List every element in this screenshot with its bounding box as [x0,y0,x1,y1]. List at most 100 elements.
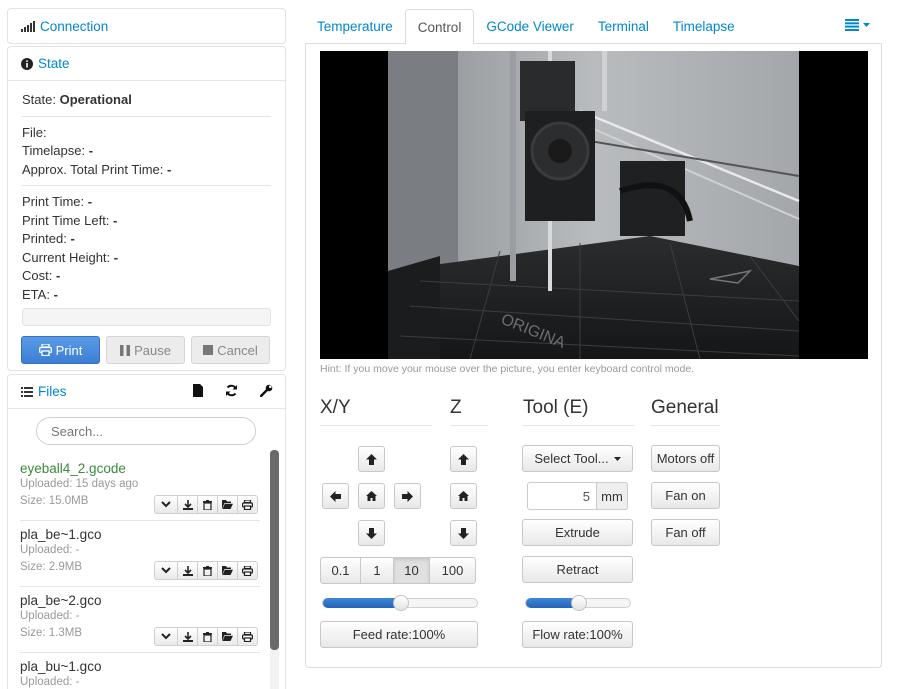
retract-button[interactable]: Retract [522,556,633,583]
arrow-right-icon [402,490,413,502]
jog-y-plus-button[interactable] [358,446,385,472]
timelapse-row: Timelapse: - [22,143,94,158]
jog-y-minus-button[interactable] [358,520,385,546]
file-uploaded: Uploaded: - [20,610,80,622]
fan-on-button[interactable]: Fan on [651,482,720,509]
download-icon [182,565,193,576]
step-100-button[interactable]: 100 [429,557,476,584]
files-title[interactable]: Files [38,384,67,399]
arrow-down-icon [366,527,377,539]
download-button[interactable] [177,561,198,580]
slider-handle[interactable] [393,595,409,611]
cancel-button[interactable]: Cancel [191,336,270,364]
arrow-down-icon [458,527,469,539]
extrude-amount-input[interactable] [527,482,597,510]
scrollbar-thumb[interactable] [270,450,279,650]
control-tab-content: ORIGINA Hint: If you move your mouse ove… [305,43,882,668]
load-and-print-button[interactable] [237,627,258,646]
flow-rate-button[interactable]: Flow rate:100% [522,621,633,648]
tab-terminal[interactable]: Terminal [586,9,661,44]
connection-header[interactable]: Connection [8,9,285,43]
load-and-print-button[interactable] [237,495,258,514]
files-panel: Files eyeball4_2.gcode Uploaded: 15 days… [7,374,286,689]
file-item[interactable]: eyeball4_2.gcode Uploaded: 15 days ago S… [20,455,260,521]
files-title-group[interactable]: Files [21,384,67,399]
load-button[interactable] [217,561,238,580]
folder-open-icon [222,500,233,509]
divider [450,425,488,426]
divider [523,425,634,426]
pause-button[interactable]: Pause [106,336,185,364]
file-list-scrollbar[interactable] [270,450,279,689]
file-name[interactable]: eyeball4_2.gcode [20,461,260,476]
expand-button[interactable] [154,495,178,514]
tab-gcode-viewer[interactable]: GCode Viewer [474,9,586,44]
home-icon [366,491,377,501]
jog-x-plus-button[interactable] [394,483,421,509]
xy-heading: X/Y [320,397,351,418]
file-item[interactable]: pla_bu~1.gco Uploaded: - [20,653,260,689]
state-row: State: Operational [22,92,132,107]
download-icon [182,499,193,510]
home-xy-button[interactable] [358,483,385,509]
file-actions [154,561,258,580]
print-progress-bar [22,308,271,326]
state-header[interactable]: State [8,47,285,81]
step-1-button[interactable]: 1 [360,557,394,584]
webcam-stream[interactable]: ORIGINA [320,51,868,360]
pause-icon [120,344,131,356]
download-button[interactable] [177,627,198,646]
print-button[interactable]: Print [21,336,100,364]
total-time-row: Approx. Total Print Time: - [22,161,172,177]
state-title[interactable]: State [38,56,70,71]
expand-button[interactable] [154,561,178,580]
file-list: eyeball4_2.gcode Uploaded: 15 days ago S… [20,455,260,689]
step-0-1-button[interactable]: 0.1 [320,557,361,584]
file-item[interactable]: pla_be~2.gco Uploaded: - Size: 1.3MB [20,587,260,653]
trash-icon [203,631,212,642]
delete-button[interactable] [197,495,218,514]
feed-rate-slider[interactable] [322,595,478,611]
select-tool-dropdown[interactable]: Select Tool... [522,445,633,472]
file-name[interactable]: pla_be~2.gco [20,593,260,608]
tab-temperature[interactable]: Temperature [305,9,405,44]
wrench-icon[interactable] [259,384,273,400]
load-and-print-button[interactable] [237,561,258,580]
tab-control[interactable]: Control [404,9,475,45]
file-name[interactable]: pla_be~1.gco [20,527,260,542]
load-button[interactable] [217,495,238,514]
webcam-image: ORIGINA [320,51,868,360]
jog-x-minus-button[interactable] [322,483,349,509]
state-value: Operational [59,92,132,107]
home-z-button[interactable] [450,483,477,509]
fan-off-button[interactable]: Fan off [651,519,720,546]
step-10-button[interactable]: 10 [393,557,430,584]
time-left-row: Print Time Left: - [22,212,118,228]
download-button[interactable] [177,495,198,514]
file-item[interactable]: pla_be~1.gco Uploaded: - Size: 2.9MB [20,521,260,587]
arrow-left-icon [330,490,341,502]
flow-rate-slider[interactable] [525,595,631,611]
jog-z-minus-button[interactable] [450,520,477,546]
connection-title[interactable]: Connection [40,19,108,34]
trash-icon [203,499,212,510]
extrude-button[interactable]: Extrude [522,519,633,546]
file-search-input[interactable] [36,417,256,445]
delete-button[interactable] [197,561,218,580]
tab-timelapse[interactable]: Timelapse [661,9,747,44]
load-button[interactable] [217,627,238,646]
expand-button[interactable] [154,627,178,646]
webcam-hint: Hint: If you move your mouse over the pi… [320,363,695,375]
jog-z-plus-button[interactable] [450,446,477,472]
tabs-overflow-menu[interactable] [845,19,870,31]
feed-rate-button[interactable]: Feed rate:100% [320,621,478,648]
refresh-icon[interactable] [225,384,238,400]
slider-handle[interactable] [571,595,587,611]
file-name[interactable]: pla_bu~1.gco [20,659,260,674]
new-file-icon[interactable] [193,383,203,400]
motors-off-button[interactable]: Motors off [651,445,720,472]
divider [22,115,271,117]
file-uploaded: Uploaded: 15 days ago [20,478,139,490]
files-header: Files [8,375,285,409]
delete-button[interactable] [197,627,218,646]
